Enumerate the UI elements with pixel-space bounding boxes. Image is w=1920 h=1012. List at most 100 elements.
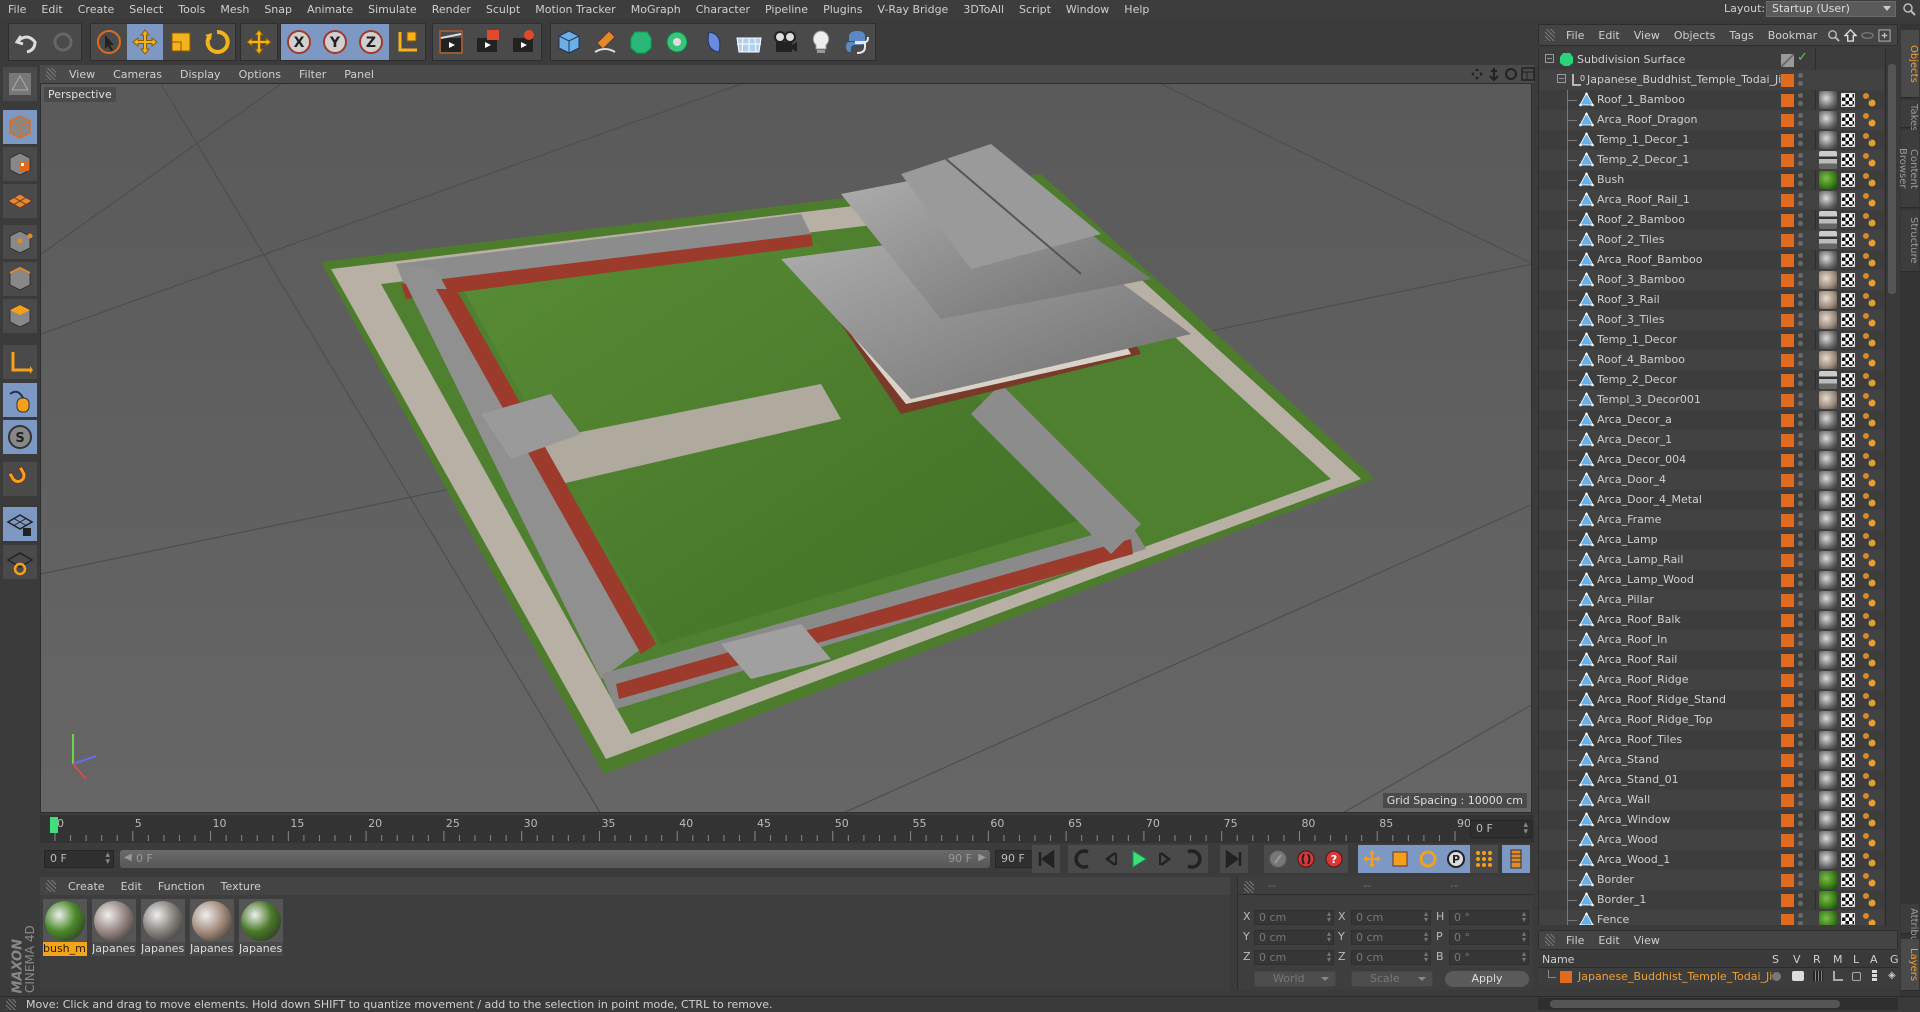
tweak-mode-button[interactable] (3, 383, 37, 417)
layer-swatch[interactable] (1781, 554, 1794, 567)
object-row[interactable]: Arca_Frame (1539, 510, 1884, 530)
layer-column-r[interactable]: R (1813, 953, 1821, 966)
object-row[interactable]: Temp_1_Decor_1 (1539, 130, 1884, 150)
texture-tag-icon[interactable] (1861, 531, 1877, 549)
object-menu-bookmar[interactable]: Bookmar (1761, 29, 1824, 42)
visibility-dots[interactable] (1798, 393, 1803, 407)
material-tag-icon[interactable] (1819, 731, 1837, 749)
visibility-dots[interactable] (1798, 213, 1803, 227)
material-tag-icon[interactable] (1819, 211, 1837, 229)
deformer-button[interactable] (695, 24, 731, 60)
layer-swatch[interactable] (1781, 174, 1794, 187)
panel-grip[interactable] (1545, 934, 1555, 946)
layer-swatch[interactable] (1781, 814, 1794, 827)
panel-grip[interactable] (1545, 29, 1555, 41)
layer-swatch[interactable] (1781, 674, 1794, 687)
side-tab-takes[interactable]: Takes (1901, 100, 1919, 131)
scale-button[interactable] (163, 24, 199, 60)
object-row[interactable]: Bush (1539, 170, 1884, 190)
collapse-icon[interactable]: − (1557, 74, 1566, 83)
texture-tag-icon[interactable] (1861, 651, 1877, 669)
key-parameter-button[interactable]: P (1442, 845, 1470, 873)
material-tag-icon[interactable] (1819, 551, 1837, 569)
texture-tag-icon[interactable] (1861, 551, 1877, 569)
object-row[interactable]: Arca_Window (1539, 810, 1884, 830)
subdivision-surface-button[interactable] (623, 24, 659, 60)
material-tag-icon[interactable] (1819, 571, 1837, 589)
layer-color-swatch[interactable] (1560, 971, 1572, 983)
menu-file[interactable]: File (0, 3, 33, 16)
uvw-tag-icon[interactable] (1841, 713, 1855, 727)
material-tag-icon[interactable] (1819, 511, 1837, 529)
texture-tag-icon[interactable] (1861, 491, 1877, 509)
collapse-icon[interactable]: − (1545, 54, 1554, 63)
render-view-button[interactable] (433, 24, 469, 60)
material-tag-icon[interactable] (1819, 871, 1837, 889)
layer-swatch[interactable] (1781, 234, 1794, 247)
menu-edit[interactable]: Edit (33, 3, 69, 16)
uvw-tag-icon[interactable] (1841, 393, 1855, 407)
layer-swatch[interactable] (1781, 654, 1794, 667)
panel-grip[interactable] (46, 880, 56, 892)
render-toggle-icon[interactable] (1813, 971, 1823, 981)
layer-column-name[interactable]: Name (1542, 953, 1574, 966)
object-row[interactable]: Arca_Roof_Tiles (1539, 730, 1884, 750)
texture-tag-icon[interactable] (1861, 631, 1877, 649)
object-row[interactable]: Temp_2_Decor (1539, 370, 1884, 390)
layer-swatch[interactable] (1781, 574, 1794, 587)
layer-column-s[interactable]: S (1772, 953, 1779, 966)
texture-tag-icon[interactable] (1861, 891, 1877, 909)
uvw-tag-icon[interactable] (1841, 113, 1855, 127)
menu-v-ray-bridge[interactable]: V-Ray Bridge (869, 3, 955, 16)
visibility-dots[interactable] (1798, 913, 1803, 925)
object-row[interactable]: Roof_4_Bamboo (1539, 350, 1884, 370)
texture-tag-icon[interactable] (1861, 251, 1877, 269)
material-tag-icon[interactable] (1819, 311, 1837, 329)
uvw-tag-icon[interactable] (1841, 493, 1855, 507)
layer-swatch[interactable] (1781, 474, 1794, 487)
object-row[interactable]: Arca_Decor_a (1539, 410, 1884, 430)
move-button[interactable] (127, 24, 163, 60)
object-row[interactable]: Arca_Stand_01 (1539, 770, 1884, 790)
visibility-dots[interactable] (1798, 173, 1803, 187)
material-tag-icon[interactable] (1819, 391, 1837, 409)
size-y-field[interactable]: 0 cm ▴ ▾ (1351, 930, 1431, 945)
uvw-tag-icon[interactable] (1841, 633, 1855, 647)
rot-b-field[interactable]: 0 ° ▴ ▾ (1449, 950, 1529, 965)
uvw-tag-icon[interactable] (1841, 433, 1855, 447)
visibility-dots[interactable] (1798, 493, 1803, 507)
texture-tag-icon[interactable] (1861, 771, 1877, 789)
undo-button[interactable] (9, 24, 45, 60)
pos-z-field[interactable]: 0 cm ▴ ▾ (1254, 950, 1334, 965)
panel-grip[interactable] (6, 999, 16, 1010)
visibility-dots[interactable] (1798, 753, 1803, 767)
uvw-tag-icon[interactable] (1841, 133, 1855, 147)
texture-tag-icon[interactable] (1861, 811, 1877, 829)
viewport-menu-filter[interactable]: Filter (290, 68, 335, 81)
material-tag-icon[interactable] (1819, 271, 1837, 289)
texture-tag-icon[interactable] (1861, 791, 1877, 809)
coordinate-system-button[interactable] (389, 24, 425, 60)
material-tag-icon[interactable] (1819, 191, 1837, 209)
object-row[interactable]: Templ_3_Decor001 (1539, 390, 1884, 410)
visibility-dots[interactable] (1798, 653, 1803, 667)
visibility-dots[interactable] (1798, 513, 1803, 527)
toggle-view-icon[interactable] (1521, 67, 1535, 81)
layer-column-m[interactable]: M (1833, 953, 1843, 966)
layer-swatch[interactable] (1781, 254, 1794, 267)
menu-simulate[interactable]: Simulate (360, 3, 424, 16)
zoom-view-icon[interactable] (1487, 67, 1501, 81)
timeline-button[interactable] (1502, 845, 1530, 873)
layer-column-v[interactable]: V (1793, 953, 1801, 966)
workplane-planar-button[interactable] (3, 545, 37, 579)
object-row[interactable]: Border_1 (1539, 890, 1884, 910)
go-to-end-button[interactable] (1220, 845, 1248, 873)
layer-swatch[interactable] (1781, 94, 1794, 107)
layer-menu-edit[interactable]: Edit (1591, 934, 1626, 947)
material-tag-icon[interactable] (1819, 611, 1837, 629)
points-mode-button[interactable] (3, 225, 37, 259)
menu-snap[interactable]: Snap (256, 3, 299, 16)
layer-swatch[interactable] (1781, 614, 1794, 627)
material-tag-icon[interactable] (1819, 891, 1837, 909)
timeline-ruler[interactable]: 0 5 10 15 20 25 30 35 40 45 50 55 60 65 70 75 80 85 90 (40, 815, 1534, 843)
